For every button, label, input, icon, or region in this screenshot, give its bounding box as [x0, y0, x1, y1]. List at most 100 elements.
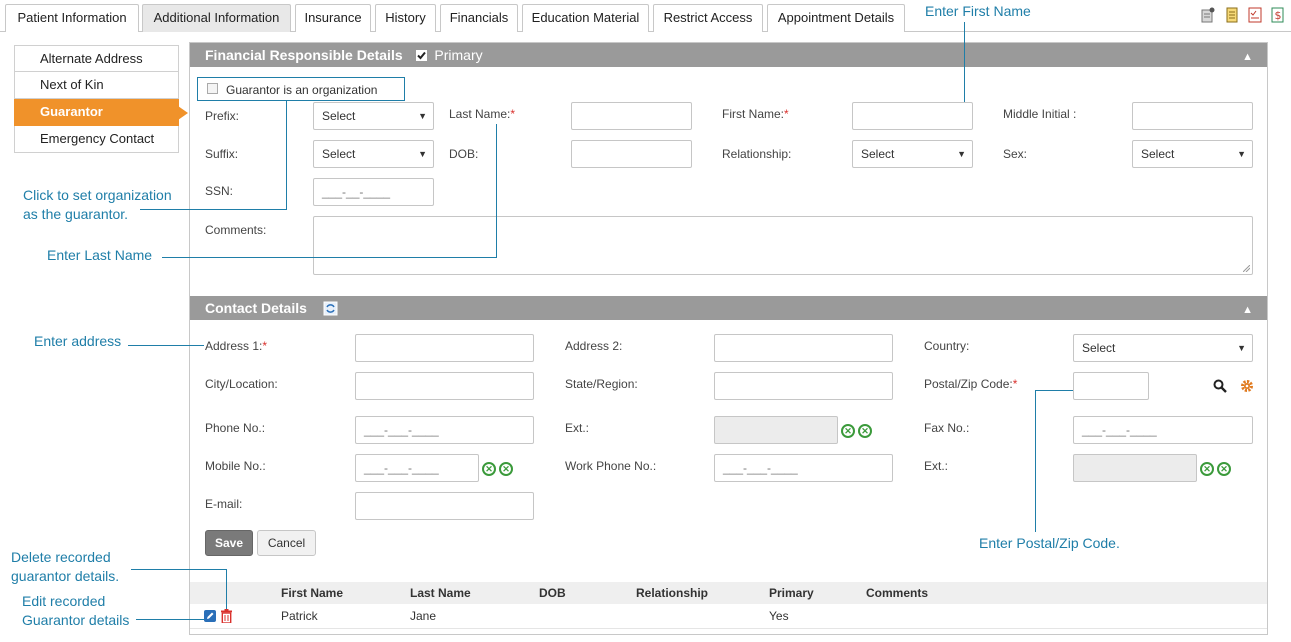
chevron-down-icon: ▼ [1237, 149, 1246, 159]
prefix-select[interactable]: Select ▼ [313, 102, 434, 130]
address2-input[interactable] [714, 334, 893, 362]
state-input[interactable] [714, 372, 893, 400]
firstname-label: First Name:* [722, 107, 789, 121]
tab-patient-information[interactable]: Patient Information [5, 4, 139, 32]
city-input[interactable] [355, 372, 534, 400]
tab-insurance[interactable]: Insurance [295, 4, 371, 32]
callout-first-name: Enter First Name [925, 3, 1031, 19]
chevron-up-icon[interactable]: ▲ [1242, 45, 1253, 69]
chevron-down-icon: ▼ [418, 149, 427, 159]
sms-icon[interactable]: ✕ [1217, 462, 1231, 476]
phone-input[interactable]: ___-___-____ [355, 416, 534, 444]
fax-label: Fax No.: [924, 421, 970, 435]
suffix-select[interactable]: Select ▼ [313, 140, 434, 168]
ext-label: Ext.: [565, 421, 590, 435]
address1-input[interactable] [355, 334, 534, 362]
middle-initial-label: Middle Initial : [1003, 107, 1077, 121]
mobile-input[interactable]: ___-___-____ [355, 454, 479, 482]
ext-input[interactable] [714, 416, 838, 444]
callout-organization: Click to set organization as the guarant… [23, 187, 172, 222]
tab-additional-information[interactable]: Additional Information [142, 4, 291, 32]
financial-section-header[interactable]: Financial Responsible Details Primary ▲ [190, 43, 1267, 67]
gear-icon[interactable] [1240, 379, 1254, 393]
phone-call-icon[interactable]: ✕ [841, 424, 855, 438]
last-name-input[interactable] [571, 102, 692, 130]
sms-icon[interactable]: ✕ [858, 424, 872, 438]
checklist-icon[interactable] [1248, 7, 1262, 23]
guarantor-side-nav: Alternate Address Next of Kin Guarantor … [14, 45, 188, 153]
sidebar-item-guarantor[interactable]: Guarantor [14, 99, 188, 126]
comments-textarea[interactable] [313, 216, 1253, 275]
ssn-label: SSN: [205, 184, 234, 198]
document-icon[interactable] [1225, 7, 1239, 23]
work-phone-input[interactable]: ___-___-____ [714, 454, 893, 482]
city-label: City/Location: [205, 377, 278, 391]
email-input[interactable] [355, 492, 534, 520]
col-last-name: Last Name [410, 586, 471, 600]
phone-call-icon[interactable]: ✕ [1200, 462, 1214, 476]
address2-label: Address 2: [565, 339, 623, 353]
postal-input[interactable] [1073, 372, 1149, 400]
tab-restrict-access[interactable]: Restrict Access [653, 4, 763, 32]
address1-label: Address 1:* [205, 339, 268, 353]
fax-input[interactable]: ___-___-____ [1073, 416, 1253, 444]
chevron-down-icon: ▼ [957, 149, 966, 159]
save-button[interactable]: Save [205, 530, 253, 556]
refresh-icon[interactable] [323, 301, 338, 316]
sidebar-item-alternate-address[interactable]: Alternate Address [14, 45, 179, 72]
sidebar-item-next-of-kin[interactable]: Next of Kin [14, 72, 179, 99]
tab-history[interactable]: History [375, 4, 436, 32]
col-dob: DOB [539, 586, 566, 600]
ssn-input[interactable]: ___-__-____ [313, 178, 434, 206]
col-primary: Primary [769, 586, 814, 600]
resize-handle-icon[interactable] [1243, 265, 1250, 272]
ssn-placeholder: ___-__-____ [322, 185, 391, 199]
work-phone-label: Work Phone No.: [565, 459, 657, 473]
phone-call-icon[interactable]: ✕ [482, 462, 496, 476]
dollar-doc-icon[interactable]: $ [1271, 7, 1285, 23]
country-select[interactable]: Select ▼ [1073, 334, 1253, 362]
tab-appointment-details[interactable]: Appointment Details [767, 4, 905, 32]
relationship-select[interactable]: Select ▼ [852, 140, 973, 168]
trash-icon[interactable] [221, 609, 232, 623]
mobile-label: Mobile No.: [205, 459, 266, 473]
svg-text:$: $ [1275, 9, 1282, 22]
org-checkbox[interactable] [207, 83, 218, 94]
edit-icon[interactable] [204, 610, 216, 622]
mobile-placeholder: ___-___-____ [364, 461, 439, 475]
sidebar-item-emergency-contact[interactable]: Emergency Contact [14, 126, 179, 153]
callout-line [140, 209, 287, 210]
first-name-input[interactable] [852, 102, 973, 130]
chevron-up-icon[interactable]: ▲ [1242, 298, 1253, 322]
relationship-value: Select [861, 147, 895, 161]
notes-icon[interactable] [1201, 7, 1215, 23]
cell-primary: Yes [769, 609, 789, 623]
primary-checkbox[interactable] [415, 50, 427, 61]
callout-line [136, 619, 204, 620]
callout-line [128, 345, 204, 346]
cancel-button[interactable]: Cancel [257, 530, 316, 556]
prefix-label: Prefix: [205, 109, 240, 123]
country-value: Select [1082, 341, 1116, 355]
tab-financials[interactable]: Financials [440, 4, 518, 32]
primary-label: Primary [434, 47, 483, 63]
cell-last-name: Jane [410, 609, 437, 623]
org-checkbox-label: Guarantor is an organization [226, 83, 378, 97]
callout-postal: Enter Postal/Zip Code. [979, 535, 1120, 551]
middle-initial-input[interactable] [1132, 102, 1253, 130]
dob-input[interactable] [571, 140, 692, 168]
table-row[interactable]: Patrick Jane Yes [190, 604, 1267, 629]
org-checkbox-box: Guarantor is an organization [197, 77, 405, 101]
callout-line [1035, 390, 1073, 391]
col-relationship: Relationship [636, 586, 709, 600]
callout-line [964, 22, 965, 102]
search-icon[interactable] [1213, 379, 1227, 393]
ext2-input[interactable] [1073, 454, 1197, 482]
sms-icon[interactable]: ✕ [499, 462, 513, 476]
checkmark-icon [416, 51, 426, 60]
callout-line [226, 569, 227, 609]
contact-section-header[interactable]: Contact Details ▲ [190, 296, 1267, 320]
sex-select[interactable]: Select ▼ [1132, 140, 1253, 168]
suffix-label: Suffix: [205, 147, 239, 161]
tab-education-material[interactable]: Education Material [522, 4, 649, 32]
